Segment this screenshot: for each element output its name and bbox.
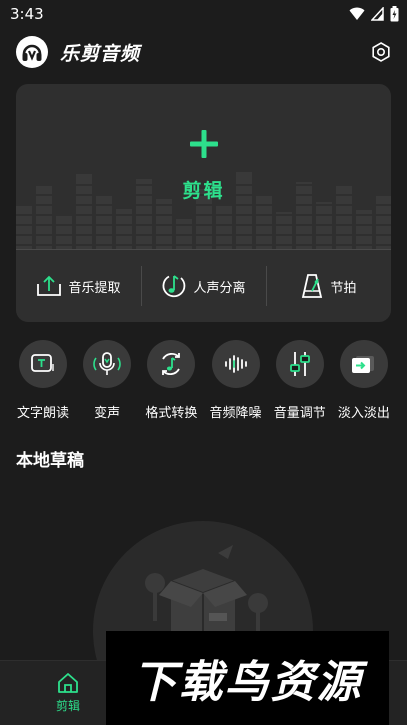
- fade-arrow-icon: [339, 340, 388, 388]
- microphone-icon: [83, 340, 132, 388]
- vocal-separation-label: 人声分离: [193, 280, 246, 296]
- music-note-circle-icon: [163, 275, 186, 298]
- tool-format-convert[interactable]: 格式转换: [140, 340, 202, 424]
- equalizer-background-graphic: [16, 172, 391, 249]
- drafts-section-title: 本地草稿: [16, 451, 84, 471]
- edit-label: 剪辑: [182, 180, 225, 202]
- music-extract-label: 音乐提取: [68, 280, 121, 296]
- tool-voice-change[interactable]: 变声: [76, 340, 138, 424]
- text-to-speech-icon: [19, 340, 67, 388]
- tool-label: 格式转换: [145, 406, 198, 421]
- beat-label: 节拍: [330, 280, 357, 296]
- tool-noise-reduction[interactable]: 音频降噪: [205, 340, 267, 424]
- edit-card: 剪辑 音乐提取 人声分离 节拍: [16, 84, 391, 322]
- app-title: 乐剪音频: [60, 42, 141, 65]
- status-icons: [349, 6, 399, 22]
- tool-label: 音频降噪: [209, 406, 262, 421]
- settings-button[interactable]: [367, 38, 395, 66]
- music-extract-button[interactable]: 音乐提取: [16, 250, 141, 322]
- app-header: 乐剪音频: [0, 30, 407, 74]
- tools-row: 文字朗读 变声 格式转换 音频降噪 音量调节 淡入淡出: [12, 340, 395, 424]
- add-icon: [186, 126, 222, 162]
- tool-label: 变声: [94, 406, 121, 421]
- vocal-separation-button[interactable]: 人声分离: [141, 250, 266, 322]
- tool-volume-adjust[interactable]: 音量调节: [269, 340, 331, 424]
- gear-icon: [372, 42, 390, 62]
- status-bar: 3:43: [0, 0, 407, 28]
- upload-tray-icon: [37, 275, 62, 296]
- sliders-icon: [275, 340, 324, 388]
- battery-icon: [390, 6, 399, 22]
- beat-button[interactable]: 节拍: [266, 250, 391, 322]
- nav-item-label: 剪辑: [55, 699, 80, 713]
- convert-note-icon: [147, 340, 196, 388]
- watermark-text: 下载鸟资源: [132, 657, 363, 708]
- signal-icon: [371, 7, 384, 21]
- tool-fade-in-out[interactable]: 淡入淡出: [333, 340, 395, 424]
- home-icon: [58, 673, 78, 693]
- tool-label: 文字朗读: [16, 406, 69, 421]
- wifi-icon: [349, 7, 365, 20]
- edit-zone[interactable]: 剪辑: [16, 84, 391, 249]
- watermark-overlay: 下载鸟资源: [106, 631, 389, 725]
- card-actions: 音乐提取 人声分离 节拍: [16, 250, 391, 322]
- tool-text-to-speech[interactable]: 文字朗读: [12, 340, 74, 424]
- status-time: 3:43: [10, 5, 44, 23]
- metronome-icon: [302, 274, 323, 298]
- headphone-logo-icon: [16, 36, 48, 68]
- tool-label: 淡入淡出: [337, 406, 390, 421]
- tool-label: 音量调节: [273, 406, 326, 421]
- waveform-icon: [211, 340, 260, 388]
- nav-item-edit[interactable]: 剪辑: [45, 671, 91, 721]
